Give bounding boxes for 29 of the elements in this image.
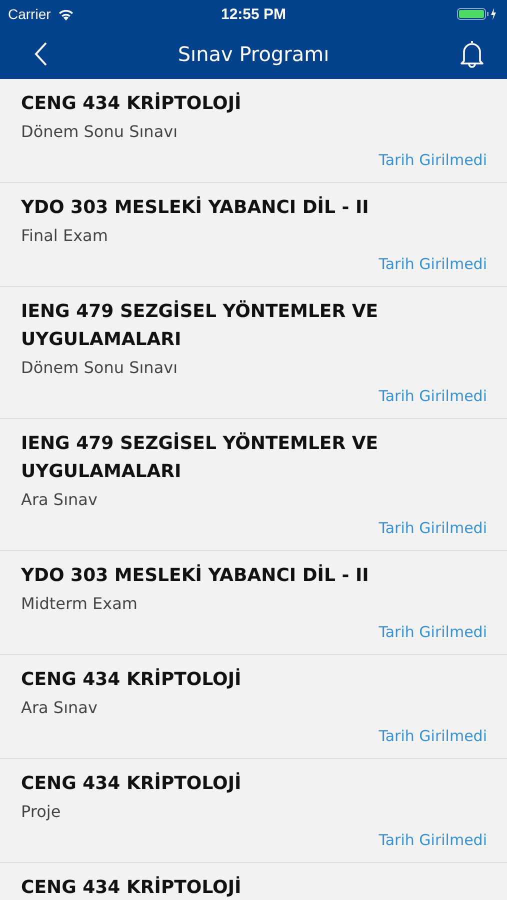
course-title[interactable]: CENG 434 KRİPTOLOJİ	[21, 666, 487, 694]
exam-date: Tarih Girilmedi	[378, 254, 487, 275]
exam-date: Tarih Girilmedi	[378, 518, 487, 539]
exam-type: Final Exam	[21, 225, 109, 247]
exam-date: Tarih Girilmedi	[378, 150, 487, 171]
screen-title: Sınav Programı	[178, 42, 330, 66]
status-time: 12:55 PM	[220, 6, 286, 22]
course-title[interactable]: CENG 434 KRİPTOLOJİ	[21, 770, 487, 798]
exam-date: Tarih Girilmedi	[378, 830, 487, 851]
battery-icon	[457, 7, 499, 21]
exam-date: Tarih Girilmedi	[378, 622, 487, 643]
exam-date: Tarih Girilmedi	[378, 726, 487, 747]
exam-type: Dönem Sonu Sınavı	[21, 357, 179, 379]
wifi-icon	[56, 8, 75, 20]
course-title[interactable]: IENG 479 SEZGİSEL YÖNTEMLER VE UYGULAMALARI	[21, 298, 487, 354]
bell-icon[interactable]	[458, 38, 485, 68]
exam-date: Tarih Girilmedi	[378, 386, 487, 407]
exam-type: Ara Sınav	[21, 489, 98, 511]
exam-type: Midterm Exam	[21, 593, 138, 615]
carrier-label: Carrier	[8, 6, 51, 22]
course-title[interactable]: YDO 303 MESLEKİ YABANCI DİL - II	[21, 562, 487, 590]
course-title[interactable]: CENG 434 KRİPTOLOJİ	[21, 90, 487, 118]
course-title[interactable]: YDO 303 MESLEKİ YABANCI DİL - II	[21, 194, 487, 222]
course-title[interactable]: CENG 434 KRİPTOLOJİ	[21, 874, 487, 900]
exam-type: Proje	[21, 801, 62, 823]
exam-type: Ara Sınav	[21, 697, 98, 719]
back-button[interactable]	[34, 42, 48, 66]
course-title[interactable]: IENG 479 SEZGİSEL YÖNTEMLER VE UYGULAMALARI	[21, 430, 487, 486]
exam-type: Dönem Sonu Sınavı	[21, 121, 179, 143]
